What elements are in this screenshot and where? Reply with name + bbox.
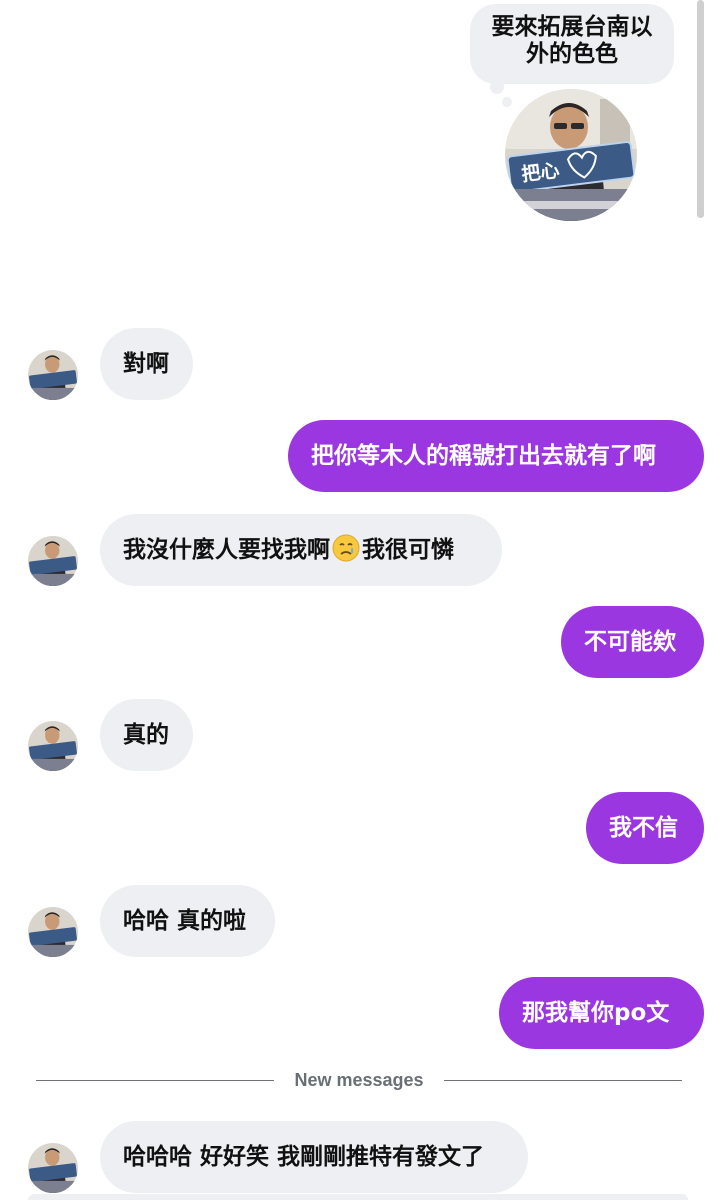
message-text: 還需要拓展嗎 bbox=[534, 258, 672, 284]
message-text: 我沒什麼人要找我啊 bbox=[123, 537, 330, 563]
incoming-message[interactable]: 哈哈哈 好好笑 我剛剛推特有發文了 bbox=[100, 1121, 528, 1193]
note-tail-dot bbox=[490, 80, 504, 94]
message-text: 我不信 bbox=[609, 815, 678, 841]
new-messages-divider-line-left bbox=[36, 1080, 274, 1081]
contact-avatar[interactable] bbox=[28, 721, 78, 771]
note-tail-dot-small bbox=[502, 97, 512, 107]
next-message-edge bbox=[28, 1194, 688, 1200]
crying-face-icon bbox=[332, 519, 360, 562]
message-text: 哈哈哈 好好笑 我剛剛推特有發文了 bbox=[123, 1144, 485, 1170]
incoming-message[interactable]: 哈哈 真的啦 bbox=[100, 885, 275, 957]
note-line-1: 要來拓展台南以 bbox=[491, 14, 653, 40]
message-text: 哈哈 真的啦 bbox=[123, 908, 247, 934]
message-thread[interactable]: 要來拓展台南以 外的色色 把心 還需要拓展嗎 對啊 把你等木人的稱號打出去就有了… bbox=[0, 0, 718, 1200]
note-profile-photo[interactable]: 把心 bbox=[505, 89, 637, 221]
message-text: 把你等木人的稱號打出去就有了啊 bbox=[311, 443, 656, 469]
svg-text:把心: 把心 bbox=[520, 160, 560, 186]
contact-avatar[interactable] bbox=[28, 350, 78, 400]
note-line-2: 外的色色 bbox=[526, 41, 618, 67]
contact-avatar[interactable] bbox=[28, 1143, 78, 1193]
incoming-message[interactable]: 真的 bbox=[100, 699, 193, 771]
outgoing-message[interactable]: 不可能欸 bbox=[561, 606, 704, 678]
new-messages-divider-label: New messages bbox=[294, 1070, 424, 1090]
outgoing-message[interactable]: 還需要拓展嗎 bbox=[511, 235, 704, 307]
message-text: 真的 bbox=[123, 722, 169, 748]
message-text: 那我幫你po文 bbox=[522, 1000, 670, 1026]
new-messages-divider-line-right bbox=[444, 1080, 682, 1081]
outgoing-message[interactable]: 那我幫你po文 bbox=[499, 977, 704, 1049]
message-text: 我很可憐 bbox=[362, 537, 454, 563]
contact-avatar[interactable] bbox=[28, 907, 78, 957]
message-text: 對啊 bbox=[123, 351, 169, 377]
contact-avatar[interactable] bbox=[28, 536, 78, 586]
outgoing-message[interactable]: 我不信 bbox=[586, 792, 704, 864]
incoming-message[interactable]: 我沒什麼人要找我啊 我很可憐 bbox=[100, 514, 502, 586]
incoming-message[interactable]: 對啊 bbox=[100, 328, 193, 400]
outgoing-message[interactable]: 把你等木人的稱號打出去就有了啊 bbox=[288, 420, 704, 492]
message-text: 不可能欸 bbox=[584, 629, 676, 655]
scrollbar[interactable] bbox=[697, 0, 704, 218]
note-bubble[interactable]: 要來拓展台南以 外的色色 bbox=[470, 4, 674, 84]
